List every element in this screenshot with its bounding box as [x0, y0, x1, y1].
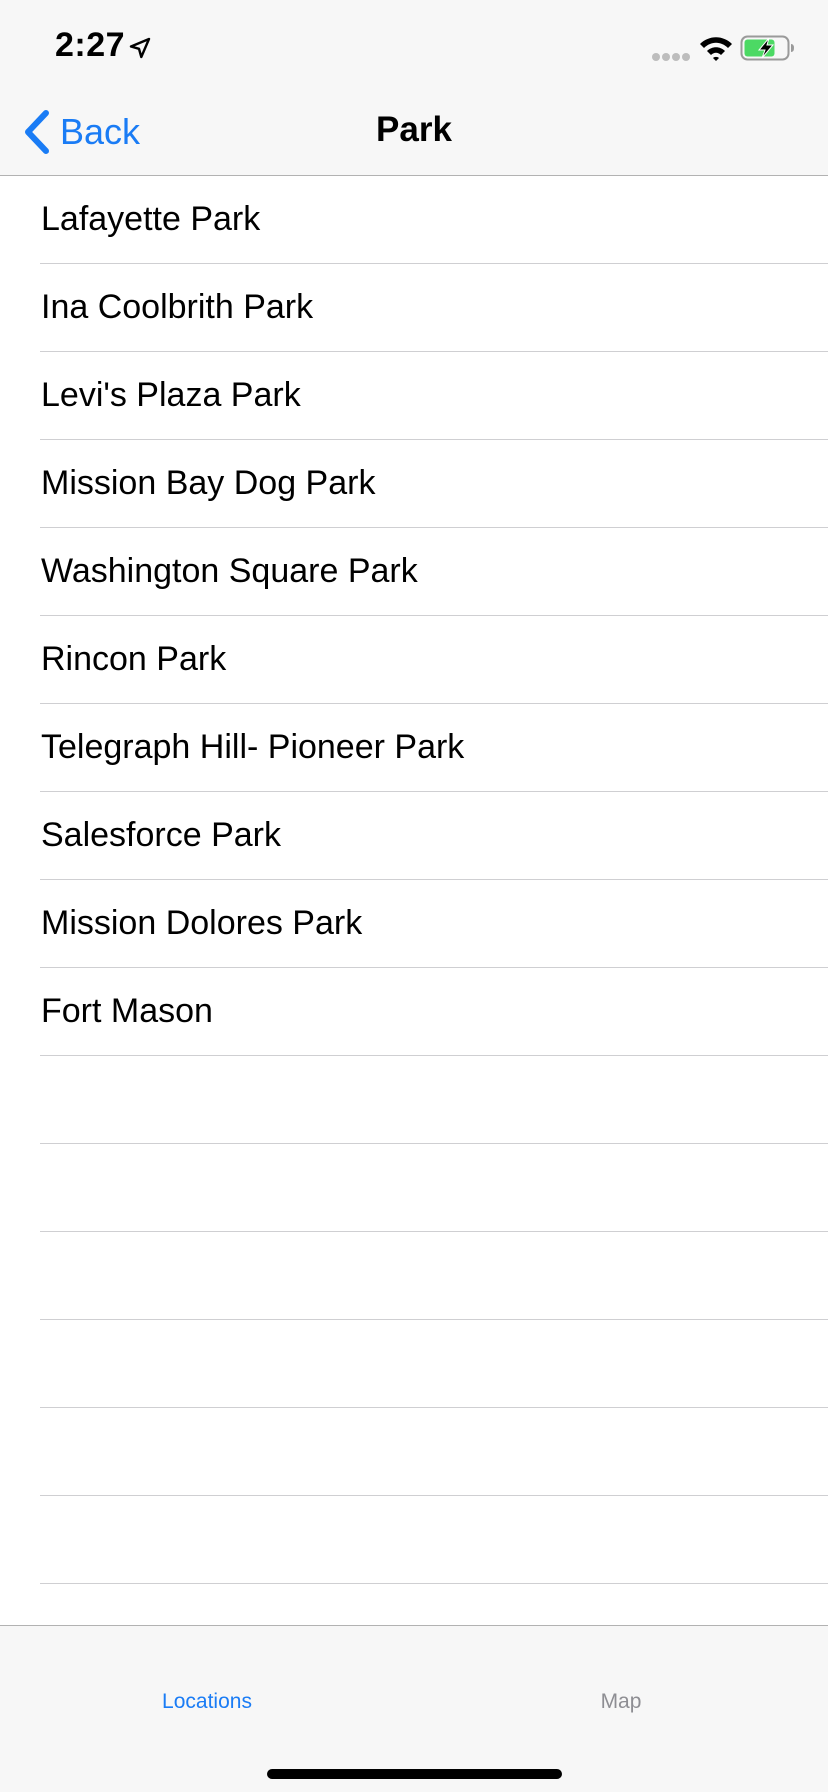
location-arrow-icon — [129, 37, 151, 59]
list-item-label: Levi's Plaza Park — [41, 376, 301, 414]
page-title: Park — [376, 110, 452, 149]
tab-map-label: Map — [600, 1690, 642, 1713]
home-indicator[interactable] — [267, 1769, 562, 1779]
empty-row — [0, 1056, 828, 1144]
list-item[interactable]: Salesforce Park — [0, 792, 828, 880]
empty-row — [0, 1144, 828, 1232]
list-item[interactable]: Ina Coolbrith Park — [0, 264, 828, 352]
tab-locations-label: Locations — [162, 1690, 252, 1713]
tab-bar: Locations Map — [0, 1625, 828, 1792]
battery-charging-icon — [740, 35, 794, 61]
tab-map[interactable]: Map — [414, 1666, 828, 1726]
tab-locations[interactable]: Locations — [0, 1666, 414, 1726]
list-item-label: Fort Mason — [41, 992, 213, 1030]
list-item-label: Lafayette Park — [41, 200, 261, 238]
screen: 2:27 Back Park Lafayette Park Ina Coolbr… — [0, 0, 828, 1792]
list-item[interactable]: Rincon Park — [0, 616, 828, 704]
wifi-icon — [700, 37, 732, 61]
empty-row — [0, 1232, 828, 1320]
list-item[interactable]: Mission Dolores Park — [0, 880, 828, 968]
list-item-label: Mission Bay Dog Park — [41, 464, 376, 502]
status-time: 2:27 — [55, 26, 126, 64]
list-item-label: Ina Coolbrith Park — [41, 288, 314, 326]
navigation-bar: Back Park — [0, 88, 828, 176]
list-item[interactable]: Mission Bay Dog Park — [0, 440, 828, 528]
empty-row — [0, 1320, 828, 1408]
list-item-label: Washington Square Park — [41, 552, 418, 590]
empty-row — [0, 1408, 828, 1496]
list-item[interactable]: Lafayette Park — [0, 176, 828, 264]
list-item-label: Mission Dolores Park — [41, 904, 363, 942]
list-item[interactable]: Levi's Plaza Park — [0, 352, 828, 440]
list-item-label: Salesforce Park — [41, 816, 281, 854]
signal-dots-icon — [652, 53, 690, 61]
park-list: Lafayette Park Ina Coolbrith Park Levi's… — [0, 176, 828, 1672]
list-item[interactable]: Washington Square Park — [0, 528, 828, 616]
list-item[interactable]: Fort Mason — [0, 968, 828, 1056]
list-item-label: Telegraph Hill- Pioneer Park — [41, 728, 465, 766]
empty-row — [0, 1496, 828, 1584]
list-item-label: Rincon Park — [41, 640, 227, 678]
list-item[interactable]: Telegraph Hill- Pioneer Park — [0, 704, 828, 792]
status-bar: 2:27 — [0, 0, 828, 88]
